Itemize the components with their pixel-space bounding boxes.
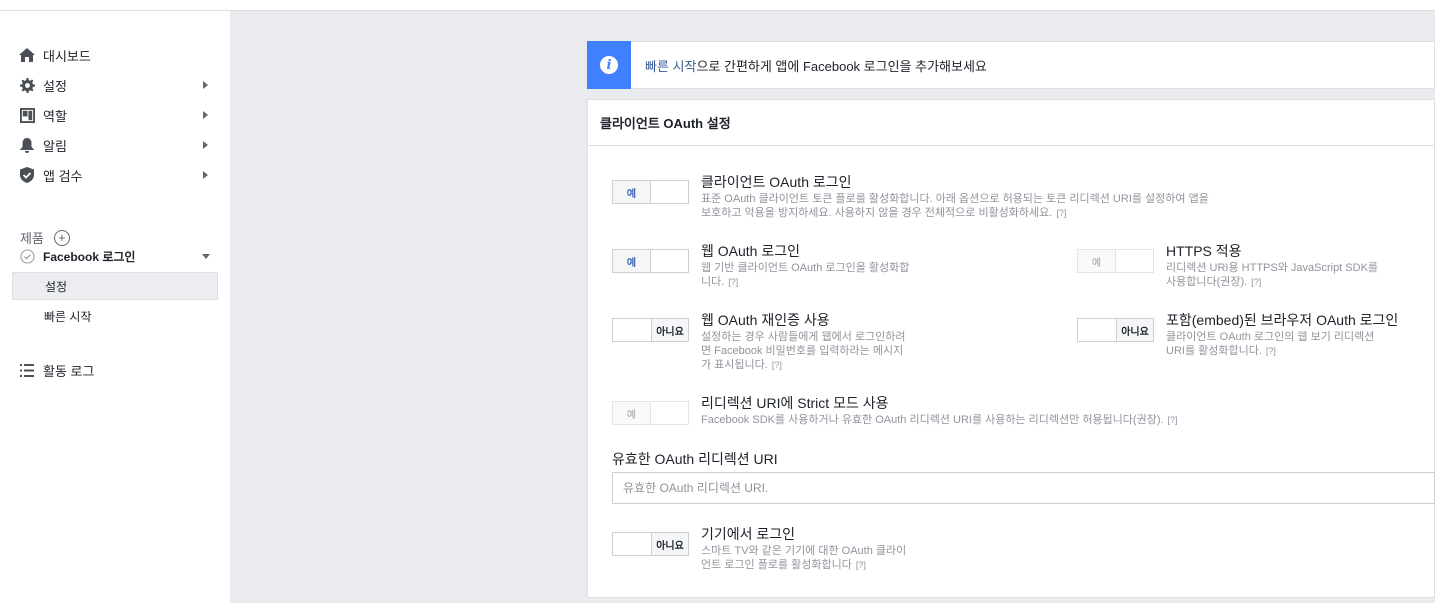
option-desc-line: 설정하는 경우 사람들에게 웹에서 로그인하려 — [701, 331, 906, 343]
banner-message: 으로 간편하게 앱에 Facebook 로그인을 추가해보세요 — [696, 58, 987, 74]
add-product-icon[interactable]: + — [53, 229, 70, 246]
option-desc-line: 스마트 TV와 같은 기기에 대한 OAuth 클라이 — [701, 545, 907, 557]
sidebar-item-label: 대시보드 — [43, 48, 91, 64]
https-enforce-toggle[interactable]: 예 — [1077, 249, 1154, 273]
toggle-on-label: 예 — [1078, 250, 1116, 272]
option-desc-line: 클라이언트 OAuth 로그인의 웹 보기 리디렉션 — [1166, 331, 1375, 343]
quickstart-banner: i 빠른 시작으로 간편하게 앱에 Facebook 로그인을 추가해보세요 — [587, 41, 1435, 89]
check-circle-icon — [18, 248, 36, 264]
help-link[interactable]: [?] — [1168, 415, 1178, 425]
option-desc-line: 표준 OAuth 클라이언트 토큰 플로를 활성화합니다. 아래 옵션으로 허용… — [701, 193, 1209, 205]
sidebar-item-facebook-login[interactable]: Facebook 로그인 — [18, 245, 218, 267]
card-title: 클라이언트 OAuth 설정 — [588, 100, 1434, 146]
option-desc-line: Facebook SDK를 사용하거나 유효한 OAuth 리디렉션 URI를 … — [701, 414, 1164, 426]
option-desc-line: URI를 활성화합니다. — [1166, 345, 1262, 357]
toggle-on-label: 예 — [613, 402, 651, 424]
sidebar-item-app-review[interactable]: 앱 검수 — [18, 164, 218, 186]
web-oauth-reauth-toggle[interactable]: 아니요 — [612, 318, 689, 342]
sidebar: 대시보드 설정 역할 알림 앱 검수 제품 + Facebook 로그인 설정 … — [0, 11, 230, 603]
client-oauth-login-toggle[interactable]: 예 — [612, 180, 689, 204]
chevron-right-icon — [203, 81, 208, 89]
option-title: 클라이언트 OAuth 로그인 — [701, 174, 852, 190]
chevron-down-icon — [202, 254, 210, 259]
toggle-on-label: 예 — [613, 181, 651, 203]
option-title: 기기에서 로그인 — [701, 526, 796, 542]
sidebar-item-label: 앱 검수 — [43, 168, 83, 184]
option-description: 표준 OAuth 클라이언트 토큰 플로를 활성화합니다. 아래 옵션으로 허용… — [701, 192, 1209, 220]
info-icon: i — [600, 56, 618, 74]
sidebar-subitem-settings[interactable]: 설정 — [12, 272, 218, 300]
help-link[interactable]: [?] — [772, 360, 782, 370]
sidebar-subitem-label: 빠른 시작 — [44, 309, 92, 324]
gear-icon — [18, 77, 36, 93]
shield-icon — [18, 167, 36, 183]
strict-mode-toggle[interactable]: 예 — [612, 401, 689, 425]
top-bar — [0, 0, 1435, 11]
redirect-uri-input[interactable] — [612, 472, 1435, 504]
sidebar-item-label: Facebook 로그인 — [43, 249, 136, 264]
help-link[interactable]: [?] — [1056, 208, 1066, 218]
help-link[interactable]: [?] — [856, 560, 866, 570]
sidebar-item-activity-log[interactable]: 활동 로그 — [18, 359, 218, 381]
embedded-browser-oauth-toggle[interactable]: 아니요 — [1077, 318, 1154, 342]
home-icon — [18, 47, 36, 63]
redirect-uri-label: 유효한 OAuth 리디렉션 URI — [612, 451, 778, 467]
toggle-off-label: 아니요 — [1116, 319, 1153, 341]
list-icon — [18, 362, 36, 378]
option-desc-line: 가 표시됩니다. — [701, 359, 768, 371]
bell-icon — [18, 137, 36, 153]
help-link[interactable]: [?] — [1266, 346, 1276, 356]
roles-icon — [18, 107, 36, 123]
toggle-off-label: 아니요 — [651, 533, 688, 555]
option-desc-line: 니다. — [701, 276, 725, 288]
sidebar-item-label: 알림 — [43, 138, 67, 154]
option-description: 설정하는 경우 사람들에게 웹에서 로그인하려 면 Facebook 비밀번호를… — [701, 330, 906, 372]
option-title: 리디렉션 URI에 Strict 모드 사용 — [701, 395, 889, 411]
web-oauth-login-toggle[interactable]: 예 — [612, 249, 689, 273]
sidebar-item-notifications[interactable]: 알림 — [18, 134, 218, 156]
sidebar-item-settings[interactable]: 설정 — [18, 74, 218, 96]
option-desc-line: 웹 기반 클라이언트 OAuth 로그인을 활성화합 — [701, 262, 910, 274]
help-link[interactable]: [?] — [728, 277, 738, 287]
sidebar-item-dashboard[interactable]: 대시보드 — [18, 44, 218, 66]
sidebar-item-label: 설정 — [43, 78, 67, 94]
sidebar-subitem-label: 설정 — [45, 279, 68, 294]
option-title: 웹 OAuth 로그인 — [701, 243, 800, 259]
option-desc-line: 사용합니다(권장). — [1166, 276, 1248, 288]
info-box: i — [587, 41, 631, 89]
banner-text: 빠른 시작으로 간편하게 앱에 Facebook 로그인을 추가해보세요 — [645, 56, 987, 75]
chevron-right-icon — [203, 171, 208, 179]
option-desc-line: 리디렉션 URI용 HTTPS와 JavaScript SDK를 — [1166, 262, 1379, 274]
sidebar-item-label: 역할 — [43, 108, 67, 124]
option-description: 클라이언트 OAuth 로그인의 웹 보기 리디렉션 URI를 활성화합니다. [… — [1166, 330, 1374, 358]
option-description: 웹 기반 클라이언트 OAuth 로그인을 활성화합 니다. [?] — [701, 261, 909, 289]
option-title: HTTPS 적용 — [1166, 243, 1242, 259]
sidebar-item-roles[interactable]: 역할 — [18, 104, 218, 126]
option-description: 리디렉션 URI용 HTTPS와 JavaScript SDK를 사용합니다(권… — [1166, 261, 1378, 289]
sidebar-item-label: 활동 로그 — [43, 363, 95, 379]
device-login-toggle[interactable]: 아니요 — [612, 532, 689, 556]
option-description: Facebook SDK를 사용하거나 유효한 OAuth 리디렉션 URI를 … — [701, 413, 1178, 427]
chevron-right-icon — [203, 111, 208, 119]
option-desc-line: 언트 로그인 플로를 활성화합니다 — [701, 559, 852, 571]
option-description: 스마트 TV와 같은 기기에 대한 OAuth 클라이 언트 로그인 플로를 활… — [701, 544, 906, 572]
option-desc-line: 면 Facebook 비밀번호를 입력하라는 메시지 — [701, 345, 904, 357]
chevron-right-icon — [203, 141, 208, 149]
toggle-off-label: 아니요 — [651, 319, 688, 341]
quickstart-link[interactable]: 빠른 시작 — [645, 59, 696, 74]
toggle-on-label: 예 — [613, 250, 651, 272]
option-desc-line: 보호하고 악용을 방지하세요. 사용하지 않을 경우 전체적으로 비활성화하세요… — [701, 207, 1053, 219]
option-title: 웹 OAuth 재인증 사용 — [701, 312, 830, 328]
sidebar-subitem-quickstart[interactable]: 빠른 시작 — [12, 302, 218, 330]
option-title: 포함(embed)된 브라우저 OAuth 로그인 — [1166, 312, 1399, 328]
help-link[interactable]: [?] — [1251, 277, 1261, 287]
